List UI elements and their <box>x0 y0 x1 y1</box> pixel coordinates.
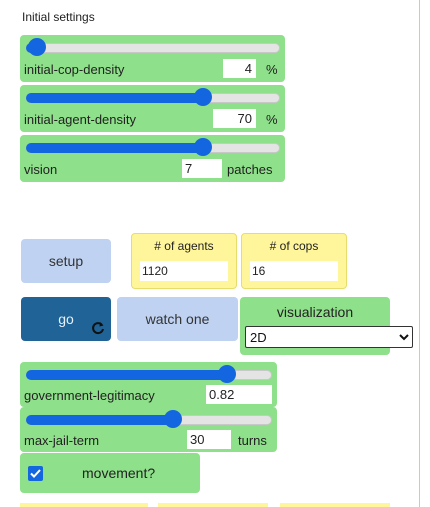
switch-label: movement? <box>82 465 156 481</box>
visualization-chooser[interactable]: visualization 2D <box>240 297 413 355</box>
cop-density-slider[interactable]: initial-cop-density 4 % <box>20 35 285 82</box>
slider-unit: patches <box>227 162 273 177</box>
section-title: Initial settings <box>22 10 95 24</box>
chooser-label: visualization <box>276 304 354 320</box>
monitor-title: # of agents <box>154 239 214 253</box>
slider-value: 70 <box>213 109 256 128</box>
slider-fill <box>26 93 203 103</box>
legitimacy-slider[interactable]: government-legitimacy 0.82 <box>20 362 277 407</box>
slider-unit: % <box>266 62 278 77</box>
cops-monitor: # of cops 16 <box>241 233 347 289</box>
slider-value: 7 <box>182 159 222 178</box>
slider-label: initial-agent-density <box>24 112 137 127</box>
slider-track[interactable] <box>26 138 280 156</box>
slider-fill <box>26 415 173 425</box>
agent-density-slider[interactable]: initial-agent-density 70 % <box>20 85 285 132</box>
slider-fill <box>26 143 203 153</box>
slider-value: 30 <box>187 430 231 449</box>
movement-switch[interactable]: movement? <box>20 453 200 493</box>
slider-value: 4 <box>223 59 256 78</box>
slider-track[interactable] <box>26 365 272 383</box>
watch-one-button[interactable]: watch one <box>117 297 238 341</box>
check-icon <box>30 469 41 478</box>
slider-thumb[interactable] <box>164 410 183 428</box>
slider-track[interactable] <box>26 410 272 428</box>
setup-button[interactable]: setup <box>21 239 111 283</box>
visualization-select[interactable]: 2D <box>245 326 413 348</box>
cut-off-widget <box>20 503 148 507</box>
monitor-value: 16 <box>250 261 338 281</box>
slider-thumb[interactable] <box>28 38 47 56</box>
slider-thumb[interactable] <box>194 88 213 106</box>
monitor-value: 1120 <box>140 261 228 281</box>
jail-term-slider[interactable]: max-jail-term 30 turns <box>20 407 277 452</box>
slider-label: government-legitimacy <box>24 388 155 403</box>
slider-thumb[interactable] <box>218 365 237 383</box>
vision-slider[interactable]: vision 7 patches <box>20 135 285 182</box>
monitor-title: # of cops <box>269 239 319 253</box>
go-button[interactable]: go <box>21 297 111 341</box>
cut-off-widget <box>280 503 390 507</box>
forever-loop-icon <box>91 321 105 335</box>
slider-track[interactable] <box>26 38 280 56</box>
slider-label: vision <box>24 162 58 177</box>
cut-off-widget <box>158 503 268 507</box>
slider-label: max-jail-term <box>24 433 100 448</box>
movement-checkbox[interactable] <box>28 466 43 481</box>
interface-panel: Initial settings initial-cop-density 4 %… <box>0 0 420 507</box>
slider-unit: turns <box>238 433 267 448</box>
slider-value: 0.82 <box>206 385 272 404</box>
slider-unit: % <box>266 112 278 127</box>
agents-monitor: # of agents 1120 <box>131 233 237 289</box>
slider-label: initial-cop-density <box>24 62 125 77</box>
slider-track[interactable] <box>26 88 280 106</box>
slider-thumb[interactable] <box>194 138 213 156</box>
slider-fill <box>26 370 227 380</box>
